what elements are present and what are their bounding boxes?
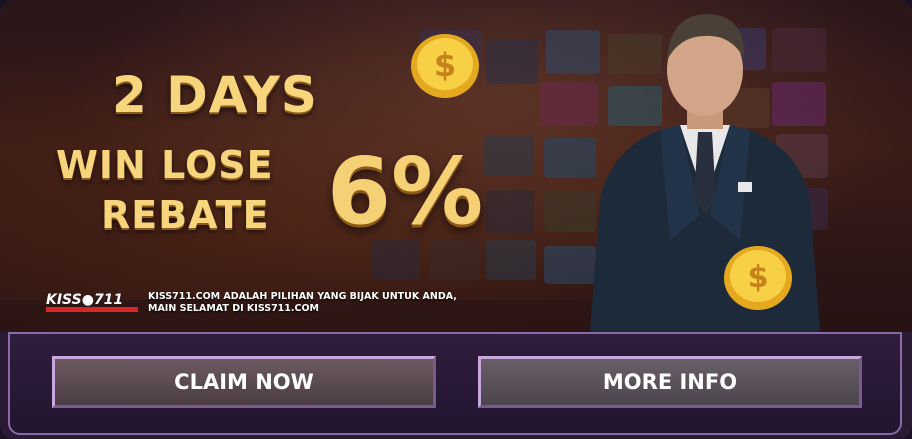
- claim-now-button[interactable]: CLAIM NOW: [52, 356, 436, 408]
- gold-coin-icon: $: [411, 34, 479, 98]
- svg-text:KISS●711: KISS●711: [46, 292, 123, 308]
- promo-card: $ $ 2 DAYS WIN LOSE REBATE 6% KISS●711 K…: [0, 0, 912, 439]
- tagline-line-1: KISS711.COM ADALAH PILIHAN YANG BIJAK UN…: [148, 291, 457, 302]
- rebate-percent: 6%: [327, 138, 484, 245]
- action-bar: CLAIM NOW MORE INFO: [8, 332, 902, 435]
- more-info-button[interactable]: MORE INFO: [478, 356, 862, 408]
- kiss711-logo: KISS●711: [46, 292, 138, 312]
- promo-banner[interactable]: $ $ 2 DAYS WIN LOSE REBATE 6% KISS●711 K…: [0, 0, 912, 332]
- gold-coin-icon: $: [724, 246, 792, 310]
- headline-days: 2 DAYS: [112, 66, 318, 124]
- headline-rebate: REBATE: [101, 193, 270, 237]
- tagline: KISS711.COM ADALAH PILIHAN YANG BIJAK UN…: [148, 291, 457, 315]
- tagline-line-2: MAIN SELAMAT DI KISS711.COM: [148, 303, 320, 314]
- svg-text:$: $: [748, 260, 769, 295]
- headline-win-lose: WIN LOSE: [56, 143, 274, 187]
- svg-text:$: $: [434, 46, 456, 84]
